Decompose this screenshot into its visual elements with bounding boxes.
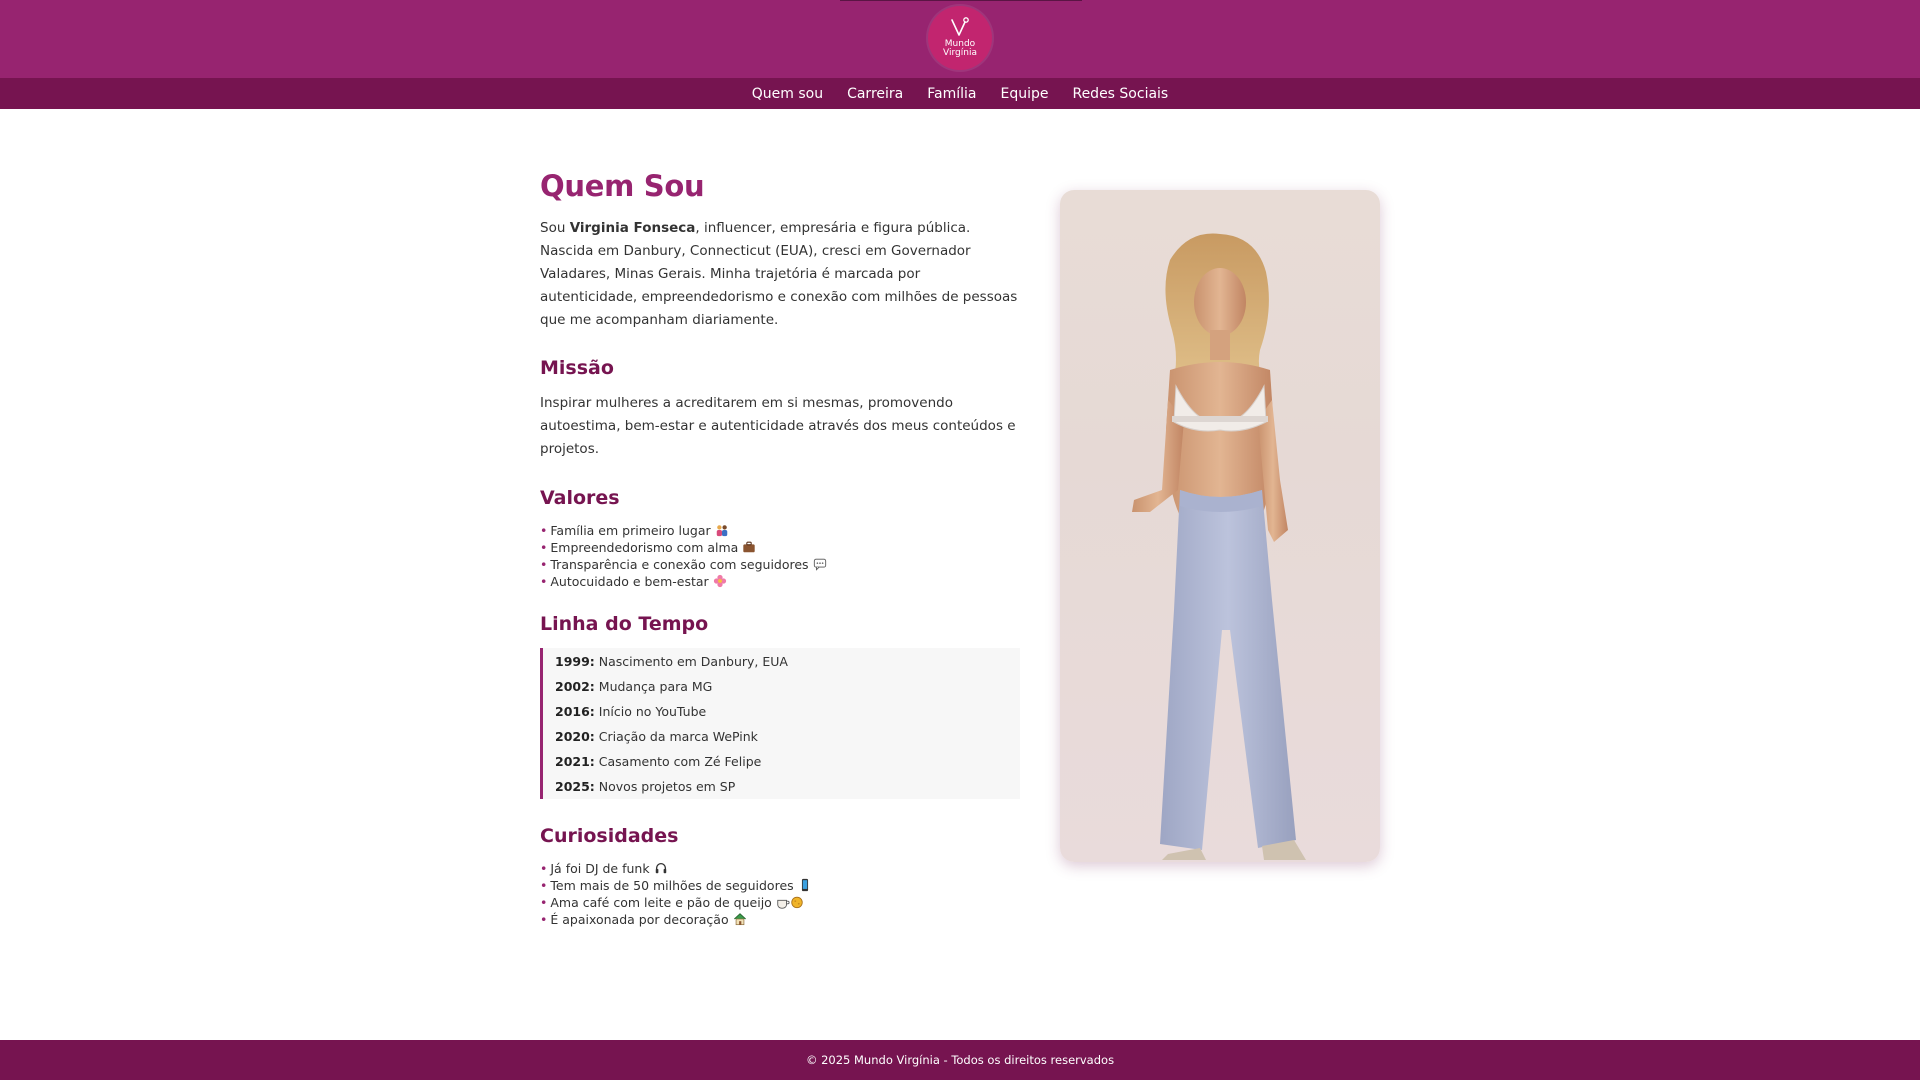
- timeline-row: 2016: Início no YouTube: [555, 699, 1020, 724]
- site-header: Mundo Virgínia: [0, 0, 1920, 78]
- timeline-row: 1999: Nascimento em Danbury, EUA: [555, 649, 1020, 674]
- timeline-row: 2020: Criação da marca WePink: [555, 724, 1020, 749]
- curiosity-text: Ama café com leite e pão de queijo: [550, 895, 772, 910]
- nav-link-carreira[interactable]: Carreira: [847, 86, 903, 102]
- intro-name: Virginia Fonseca: [569, 220, 696, 236]
- timeline-year: 2016:: [555, 704, 595, 719]
- timeline-year: 2002:: [555, 679, 595, 694]
- timeline-year: 2021:: [555, 754, 595, 769]
- curiosities-heading: Curiosidades: [540, 825, 679, 847]
- logo-text-line2: Virgínia: [943, 48, 977, 58]
- family-icon: [716, 525, 727, 537]
- curiosity-text: É apaixonada por decoração: [550, 912, 729, 927]
- value-text: Família em primeiro lugar: [550, 523, 711, 538]
- nav-link-equipe[interactable]: Equipe: [1000, 86, 1048, 102]
- nav-link-redes-sociais[interactable]: Redes Sociais: [1072, 86, 1168, 102]
- list-item: • Transparência e conexão com seguidores: [540, 556, 1020, 573]
- list-item: • Empreendedorismo com alma: [540, 539, 1020, 556]
- timeline-year: 2025:: [555, 779, 595, 794]
- list-item: • Ama café com leite e pão de queijo: [540, 894, 1020, 911]
- mission-text: Inspirar mulheres a acreditarem em si me…: [540, 395, 1016, 457]
- curiosity-text: Já foi DJ de funk: [550, 861, 650, 876]
- timeline-event: Mudança para MG: [598, 679, 713, 694]
- profile-photo: [1060, 190, 1380, 862]
- nav-link-familia[interactable]: Família: [927, 86, 976, 102]
- woman-portrait-illustration: [1132, 233, 1306, 860]
- mission-heading: Missão: [540, 357, 614, 379]
- value-text: Transparência e conexão com seguidores: [550, 557, 809, 572]
- list-item: • Autocuidado e bem-estar: [540, 573, 1020, 590]
- value-text: Empreendedorismo com alma: [550, 540, 739, 555]
- timeline-year: 2020:: [555, 729, 595, 744]
- cheese-bread-icon: [791, 896, 803, 909]
- values-heading: Valores: [540, 487, 620, 509]
- site-footer: © 2025 Mundo Virgínia - Todos os direito…: [0, 1040, 1920, 1080]
- speech-bubble-icon: [813, 558, 826, 571]
- values-list: • Família em primeiro lugar • Empreendedor…: [540, 522, 1020, 590]
- timeline-event: Casamento com Zé Felipe: [598, 754, 762, 769]
- value-text: Autocuidado e bem-estar: [550, 574, 709, 589]
- timeline-event: Criação da marca WePink: [598, 729, 758, 744]
- timeline: 1999: Nascimento em Danbury, EUA 2002: M…: [540, 648, 1020, 799]
- about-section: Quem Sou Sou Virginia Fonseca, influence…: [540, 165, 1020, 928]
- nav-link-quem-sou[interactable]: Quem sou: [752, 86, 823, 102]
- curiosity-text: Tem mais de 50 milhões de seguidores: [550, 878, 794, 893]
- house-icon: [733, 913, 746, 926]
- main-nav: Quem sou Carreira Família Equipe Redes S…: [0, 78, 1920, 109]
- curiosities-list: • Já foi DJ de funk • Tem mais de 50 milhõ…: [540, 860, 1020, 928]
- logo-v-mark-icon: [951, 17, 969, 36]
- timeline-heading: Linha do Tempo: [540, 613, 709, 635]
- phone-icon: [801, 878, 808, 892]
- list-item: • É apaixonada por decoração: [540, 911, 1020, 928]
- coffee-icon: [777, 899, 790, 909]
- footer-copyright: © 2025 Mundo Virgínia - Todos os direito…: [805, 1053, 1115, 1067]
- briefcase-icon: [743, 541, 755, 553]
- timeline-event: Novos projetos em SP: [598, 779, 736, 794]
- timeline-row: 2021: Casamento com Zé Felipe: [555, 749, 1020, 774]
- timeline-event: Início no YouTube: [598, 704, 707, 719]
- timeline-year: 1999:: [555, 654, 595, 669]
- flower-icon: [713, 574, 726, 588]
- list-item: • Tem mais de 50 milhões de seguidores: [540, 877, 1020, 894]
- list-item: • Já foi DJ de funk: [540, 860, 1020, 877]
- timeline-row: 2025: Novos projetos em SP: [555, 774, 1020, 799]
- headphones-icon: [655, 862, 666, 874]
- timeline-row: 2002: Mudança para MG: [555, 674, 1020, 699]
- header-divider: [840, 0, 1082, 1]
- site-logo[interactable]: Mundo Virgínia: [928, 6, 992, 70]
- page-title: Quem Sou: [540, 169, 705, 203]
- timeline-event: Nascimento em Danbury, EUA: [598, 654, 788, 669]
- intro-paragraph: Sou Virginia Fonseca, influencer, empres…: [540, 217, 1020, 332]
- list-item: • Família em primeiro lugar: [540, 522, 1020, 539]
- intro-rest: , influencer, empresária e figura públic…: [540, 220, 1018, 328]
- intro-prefix: Sou: [540, 220, 570, 236]
